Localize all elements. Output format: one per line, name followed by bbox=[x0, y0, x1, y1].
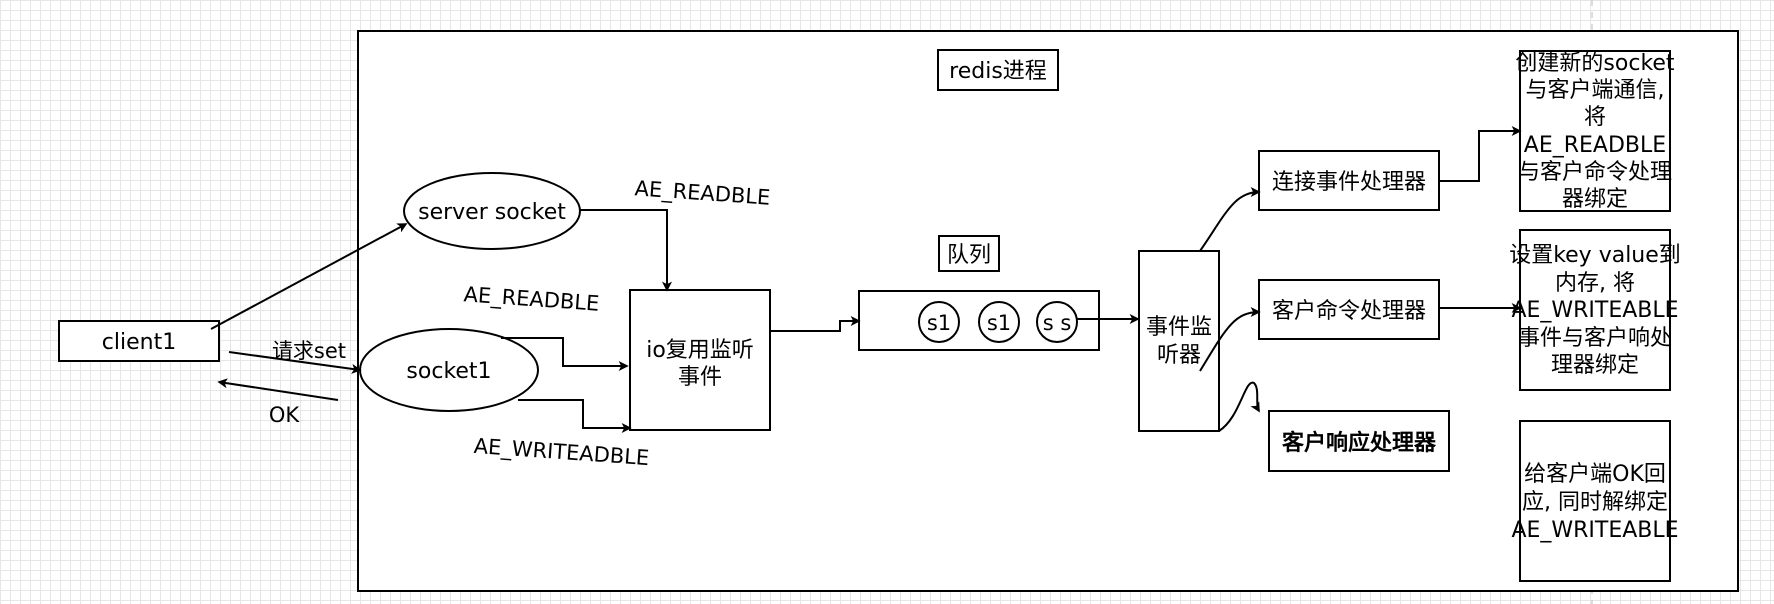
event-dispatcher-label-line-2: 听器 bbox=[1157, 343, 1201, 368]
client-label: client1 bbox=[102, 330, 176, 355]
io-multiplexer-label-line-2: 事件 bbox=[678, 365, 722, 390]
connection-note-line-4: AE_READBLE bbox=[1524, 133, 1666, 158]
connection-note-line-2: 与客户端通信, bbox=[1526, 78, 1665, 103]
queue-label: 队列 bbox=[947, 243, 991, 268]
command-note-line-3: AE_WRITEABLE bbox=[1511, 298, 1678, 323]
command-note-line-4: 事件与客户响处 bbox=[1518, 326, 1672, 351]
connection-note-line-1: 创建新的socket bbox=[1515, 51, 1675, 76]
reply-note-line-2: 应, 同时解绑定 bbox=[1522, 490, 1668, 515]
connection-handler-label: 连接事件处理器 bbox=[1272, 170, 1426, 195]
redis-process-label: redis进程 bbox=[949, 59, 1047, 84]
command-note-line-1: 设置key value到 bbox=[1509, 243, 1681, 268]
reply-note-line-3: AE_WRITEABLE bbox=[1511, 518, 1678, 543]
io-multiplexer-label-line-1: io复用监听 bbox=[646, 338, 754, 363]
connection-note-line-5: 与客户命令处理 bbox=[1518, 160, 1672, 185]
connection-note-line-6: 器绑定 bbox=[1562, 187, 1628, 212]
queue-item-label: s1 bbox=[987, 311, 1011, 335]
flow-diagram: redis进程 client1 server socket socket1 io… bbox=[58, 0, 1739, 604]
command-note-line-2: 内存, 将 bbox=[1555, 271, 1635, 296]
queue-item-label: s s bbox=[1043, 311, 1072, 335]
edge-socket1-to-client[interactable] bbox=[217, 378, 339, 401]
command-handler-label: 客户命令处理器 bbox=[1272, 299, 1426, 324]
reply-note-line-1: 给客户端OK回 bbox=[1524, 462, 1666, 487]
reply-handler-label: 客户响应处理器 bbox=[1282, 430, 1437, 456]
server-socket-label: server socket bbox=[418, 200, 566, 225]
queue-item-label: s1 bbox=[927, 311, 951, 335]
command-note-line-5: 理器绑定 bbox=[1551, 353, 1639, 378]
request-edge-label: 请求set bbox=[272, 339, 346, 363]
connection-note-line-3: 将 bbox=[1584, 105, 1606, 130]
ok-edge-label: OK bbox=[269, 403, 301, 427]
event-dispatcher-label-line-1: 事件监 bbox=[1146, 315, 1212, 340]
event-dispatcher-node[interactable] bbox=[1138, 250, 1220, 432]
socket1-label: socket1 bbox=[406, 359, 491, 384]
